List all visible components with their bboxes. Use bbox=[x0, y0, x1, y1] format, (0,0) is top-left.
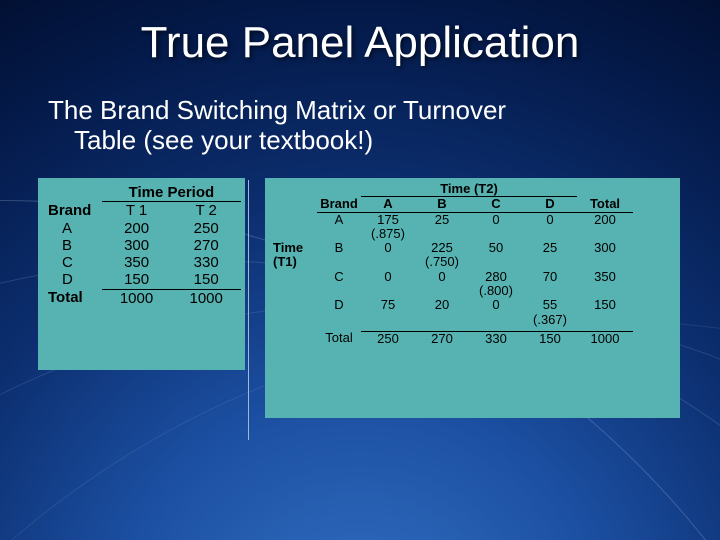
right-total-b: 270 bbox=[415, 331, 469, 346]
right-header-time-t2: Time (T2) bbox=[361, 182, 577, 197]
right-cell-total: 200 bbox=[577, 213, 633, 227]
left-table: Time Period Brand T 1 T 2 A 200 250 B 30… bbox=[38, 178, 245, 370]
right-cell: 0 bbox=[523, 213, 577, 227]
right-cell: 175 bbox=[361, 213, 415, 227]
left-cell: 200 bbox=[102, 220, 172, 237]
right-cell: 0 bbox=[469, 213, 523, 227]
right-col-c: C bbox=[469, 197, 523, 212]
right-cell: 225 bbox=[415, 241, 469, 255]
right-cell: 50 bbox=[469, 241, 523, 255]
slide-subtitle: The Brand Switching Matrix or Turnover T… bbox=[48, 96, 672, 156]
right-row-brand: D bbox=[317, 298, 361, 312]
table-row-paren: (.875) bbox=[269, 227, 676, 241]
right-col-b: B bbox=[415, 197, 469, 212]
right-cell-paren: (.800) bbox=[469, 284, 523, 298]
right-cell: 25 bbox=[415, 213, 469, 227]
slide-title: True Panel Application bbox=[0, 18, 720, 68]
right-col-brand: Brand bbox=[317, 197, 361, 212]
left-total-t1: 1000 bbox=[102, 289, 172, 307]
right-cell-paren: (.875) bbox=[361, 227, 415, 241]
right-cell-total: 300 bbox=[577, 241, 633, 255]
left-col-t2: T 2 bbox=[171, 202, 241, 219]
right-cell-total: 150 bbox=[577, 298, 633, 312]
right-total-label: Total bbox=[317, 331, 361, 346]
slide: True Panel Application The Brand Switchi… bbox=[0, 0, 720, 540]
table-row: Time B 0 225 50 25 300 bbox=[269, 241, 676, 255]
right-side-label-t1: (T1) bbox=[269, 255, 317, 269]
right-cell: 55 bbox=[523, 298, 577, 312]
left-cell: 250 bbox=[171, 220, 241, 237]
table-row: D 150 150 bbox=[42, 271, 241, 288]
right-cell: 70 bbox=[523, 270, 577, 284]
left-brand-label: A bbox=[42, 220, 102, 237]
subtitle-line-2: Table (see your textbook!) bbox=[48, 126, 672, 156]
right-col-d: D bbox=[523, 197, 577, 212]
table-row: A 200 250 bbox=[42, 220, 241, 237]
left-header-brand: Brand bbox=[42, 202, 102, 219]
right-total-d: 150 bbox=[523, 331, 577, 346]
right-col-total: Total bbox=[577, 197, 633, 212]
table-row: A 175 25 0 0 200 bbox=[269, 213, 676, 227]
left-total-t2: 1000 bbox=[171, 289, 241, 307]
left-col-t1: T 1 bbox=[102, 202, 172, 219]
table-row-total: Total 250 270 330 150 1000 bbox=[269, 331, 676, 346]
right-row-brand: C bbox=[317, 270, 361, 284]
table-row-paren: (T1) (.750) bbox=[269, 255, 676, 269]
right-row-brand: B bbox=[317, 241, 361, 255]
right-cell-paren: (.750) bbox=[415, 255, 469, 269]
right-cell: 25 bbox=[523, 241, 577, 255]
subtitle-line-1: The Brand Switching Matrix or Turnover bbox=[48, 96, 672, 126]
left-brand-label: B bbox=[42, 237, 102, 254]
left-cell: 270 bbox=[171, 237, 241, 254]
right-cell: 0 bbox=[415, 270, 469, 284]
right-cell-paren: (.367) bbox=[523, 313, 577, 327]
left-cell: 350 bbox=[102, 254, 172, 271]
vertical-divider bbox=[248, 180, 249, 440]
left-brand-label: C bbox=[42, 254, 102, 271]
right-cell: 0 bbox=[361, 241, 415, 255]
left-brand-label: D bbox=[42, 271, 102, 288]
left-cell: 150 bbox=[171, 271, 241, 288]
table-row-paren: (.367) bbox=[269, 313, 676, 327]
right-cell: 0 bbox=[469, 298, 523, 312]
table-row: D 75 20 0 55 150 bbox=[269, 298, 676, 312]
left-cell: 330 bbox=[171, 254, 241, 271]
right-cell: 75 bbox=[361, 298, 415, 312]
table-row: C 350 330 bbox=[42, 254, 241, 271]
left-header-time-period: Time Period bbox=[102, 184, 241, 202]
left-cell: 150 bbox=[102, 271, 172, 288]
right-table: Time (T2) Brand A B C D Total A 175 25 0… bbox=[265, 178, 680, 418]
right-row-brand: A bbox=[317, 213, 361, 227]
right-cell-total: 350 bbox=[577, 270, 633, 284]
right-cell: 0 bbox=[361, 270, 415, 284]
table-row: B 300 270 bbox=[42, 237, 241, 254]
right-total-c: 330 bbox=[469, 331, 523, 346]
left-total-label: Total bbox=[42, 289, 102, 307]
right-cell: 20 bbox=[415, 298, 469, 312]
right-total-a: 250 bbox=[361, 331, 415, 346]
table-row-paren: (.800) bbox=[269, 284, 676, 298]
right-cell: 280 bbox=[469, 270, 523, 284]
right-total-all: 1000 bbox=[577, 331, 633, 346]
right-side-label-time: Time bbox=[269, 241, 317, 255]
table-row: C 0 0 280 70 350 bbox=[269, 270, 676, 284]
table-row-total: Total 1000 1000 bbox=[42, 289, 241, 307]
right-col-a: A bbox=[361, 197, 415, 212]
left-cell: 300 bbox=[102, 237, 172, 254]
